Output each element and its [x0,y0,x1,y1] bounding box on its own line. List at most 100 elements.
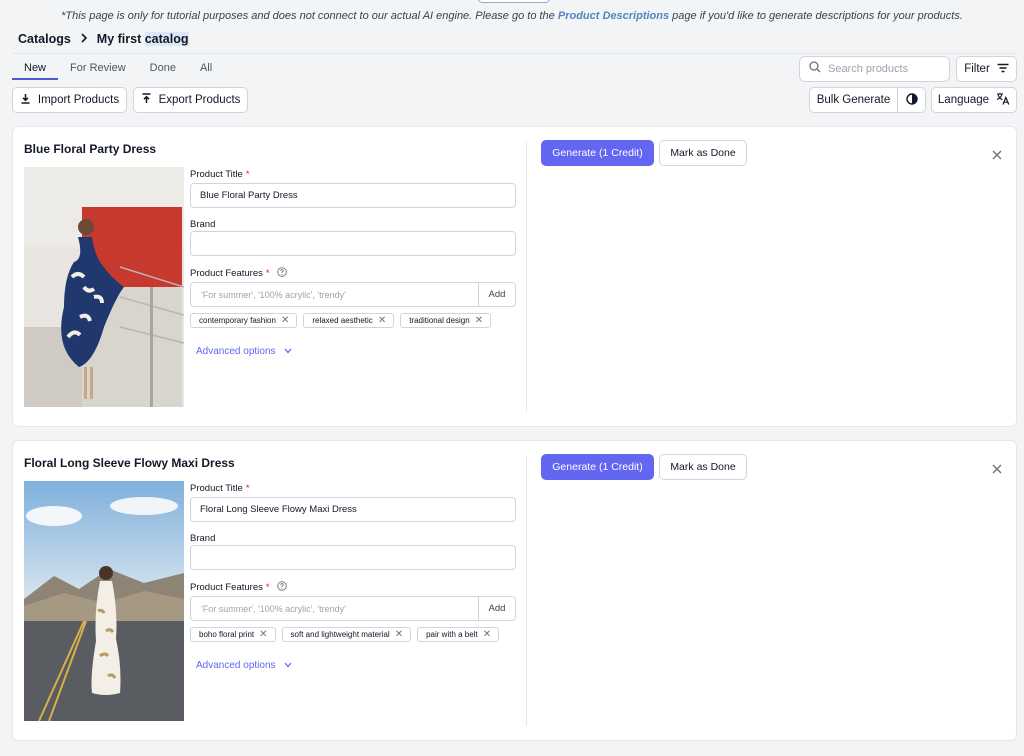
tutorial-notice: *This page is only for tutorial purposes… [0,10,1024,22]
product-card-title: Floral Long Sleeve Flowy Maxi Dress [24,456,235,470]
language-label: Language [937,94,990,106]
feature-chip: pair with a belt ✕ [417,627,500,642]
product-features-label-text: Product Features [190,582,263,593]
filter-lines-icon [997,63,1009,76]
breadcrumb: Catalogs My first catalog [18,31,189,46]
product-title-value: Blue Floral Party Dress [200,190,298,201]
feature-chip: contemporary fashion ✕ [190,313,298,328]
product-title-label: Product Title * [190,169,250,180]
tab-done[interactable]: Done [138,62,188,80]
upload-icon [141,93,152,107]
feature-chip: relaxed aesthetic ✕ [303,313,395,328]
top-stub [478,0,550,3]
product-photo [24,481,184,721]
search-box [799,56,950,82]
breadcrumb-current-highlight: catalog [144,31,189,46]
import-products-button[interactable]: Import Products [12,87,127,113]
generate-button[interactable]: Generate (1 Credit) [541,140,654,166]
bulk-generate-button[interactable]: Bulk Generate [809,87,898,113]
feature-chip-label: pair with a belt [426,630,478,639]
chevron-down-icon [284,660,292,671]
remove-chip-icon[interactable]: ✕ [395,629,403,640]
filter-button[interactable]: Filter [956,56,1017,82]
advanced-options-toggle[interactable]: Advanced options [196,346,292,357]
mark-as-done-button[interactable]: Mark as Done [659,454,747,480]
remove-chip-icon[interactable]: ✕ [259,629,267,640]
product-photo [24,167,184,407]
filter-label: Filter [964,63,990,75]
export-products-label: Export Products [158,94,241,106]
notice-text-start: *This page is only for tutorial purposes… [61,10,558,22]
required-asterisk: * [245,483,250,494]
product-title-input[interactable]: Blue Floral Party Dress [190,183,516,208]
feature-chip-label: soft and lightweight material [290,630,390,639]
feature-chips: contemporary fashion ✕ relaxed aesthetic ✕… [190,313,492,328]
language-button[interactable]: Language [931,87,1017,113]
tab-all[interactable]: All [188,62,224,80]
close-icon[interactable] [991,462,1003,474]
product-features-label: Product Features * [190,581,287,594]
advanced-options-toggle[interactable]: Advanced options [196,660,292,671]
required-asterisk: * [265,582,270,593]
breadcrumb-catalogs[interactable]: Catalogs [18,32,71,46]
add-feature-button[interactable]: Add [478,283,515,306]
product-features-input: 'For summer', '100% acrylic', 'trendy' A… [190,282,516,307]
search-input[interactable] [828,63,938,75]
product-card: Floral Long Sleeve Flowy Maxi Dress Prod… [12,440,1017,741]
close-icon[interactable] [991,148,1003,160]
remove-chip-icon[interactable]: ✕ [378,315,386,326]
card-divider [526,141,527,412]
remove-chip-icon[interactable]: ✕ [483,629,491,640]
product-card-title: Blue Floral Party Dress [24,142,157,156]
remove-chip-icon[interactable]: ✕ [475,315,483,326]
feature-chip: traditional design ✕ [400,313,492,328]
bulk-generate-label: Bulk Generate [816,94,891,106]
brand-label: Brand [190,219,216,230]
features-input-field[interactable]: 'For summer', '100% acrylic', 'trendy' [191,597,478,620]
status-tabs: New For Review Done All [12,62,224,80]
advanced-options-label: Advanced options [196,346,276,357]
help-icon[interactable] [276,581,287,594]
feature-chip-label: relaxed aesthetic [312,316,373,325]
brand-input[interactable] [190,545,516,570]
tab-for-review[interactable]: For Review [58,62,138,80]
theme-toggle-button[interactable] [897,87,926,113]
product-features-label-text: Product Features [190,268,263,279]
feature-chip-label: contemporary fashion [199,316,276,325]
remove-chip-icon[interactable]: ✕ [281,315,289,326]
mark-as-done-button[interactable]: Mark as Done [659,140,747,166]
help-icon[interactable] [276,267,287,280]
product-title-label-text: Product Title [190,169,243,180]
product-title-label: Product Title * [190,483,250,494]
feature-chip: soft and lightweight material ✕ [281,627,412,642]
feature-chip-label: traditional design [409,316,470,325]
search-icon [809,60,821,78]
feature-chip-label: boho floral print [199,630,255,639]
product-title-label-text: Product Title [190,483,243,494]
add-feature-button[interactable]: Add [478,597,515,620]
product-features-label: Product Features * [190,267,287,280]
header-divider [12,53,1018,54]
half-circle-icon [905,92,918,108]
advanced-options-label: Advanced options [196,660,276,671]
translate-icon [996,92,1010,108]
chevron-down-icon [284,346,292,357]
features-input-field[interactable]: 'For summer', '100% acrylic', 'trendy' [191,283,478,306]
tab-new[interactable]: New [12,62,59,80]
notice-text-end: page if you'd like to generate descripti… [669,10,963,22]
brand-input[interactable] [190,231,516,256]
required-asterisk: * [245,169,250,180]
product-card: Blue Floral Party Dress Product Title * B… [12,126,1017,427]
product-title-input[interactable]: Floral Long Sleeve Flowy Maxi Dress [190,497,516,522]
feature-chips: boho floral print ✕ soft and lightweight … [190,627,500,642]
product-descriptions-link[interactable]: Product Descriptions [558,10,669,22]
product-title-value: Floral Long Sleeve Flowy Maxi Dress [200,504,357,515]
breadcrumb-current: My first catalog [96,31,189,46]
product-features-input: 'For summer', '100% acrylic', 'trendy' A… [190,596,516,621]
brand-label: Brand [190,533,216,544]
generate-button[interactable]: Generate (1 Credit) [541,454,654,480]
export-products-button[interactable]: Export Products [133,87,248,113]
breadcrumb-current-prefix: My first [96,31,145,46]
required-asterisk: * [265,268,270,279]
feature-chip: boho floral print ✕ [190,627,276,642]
